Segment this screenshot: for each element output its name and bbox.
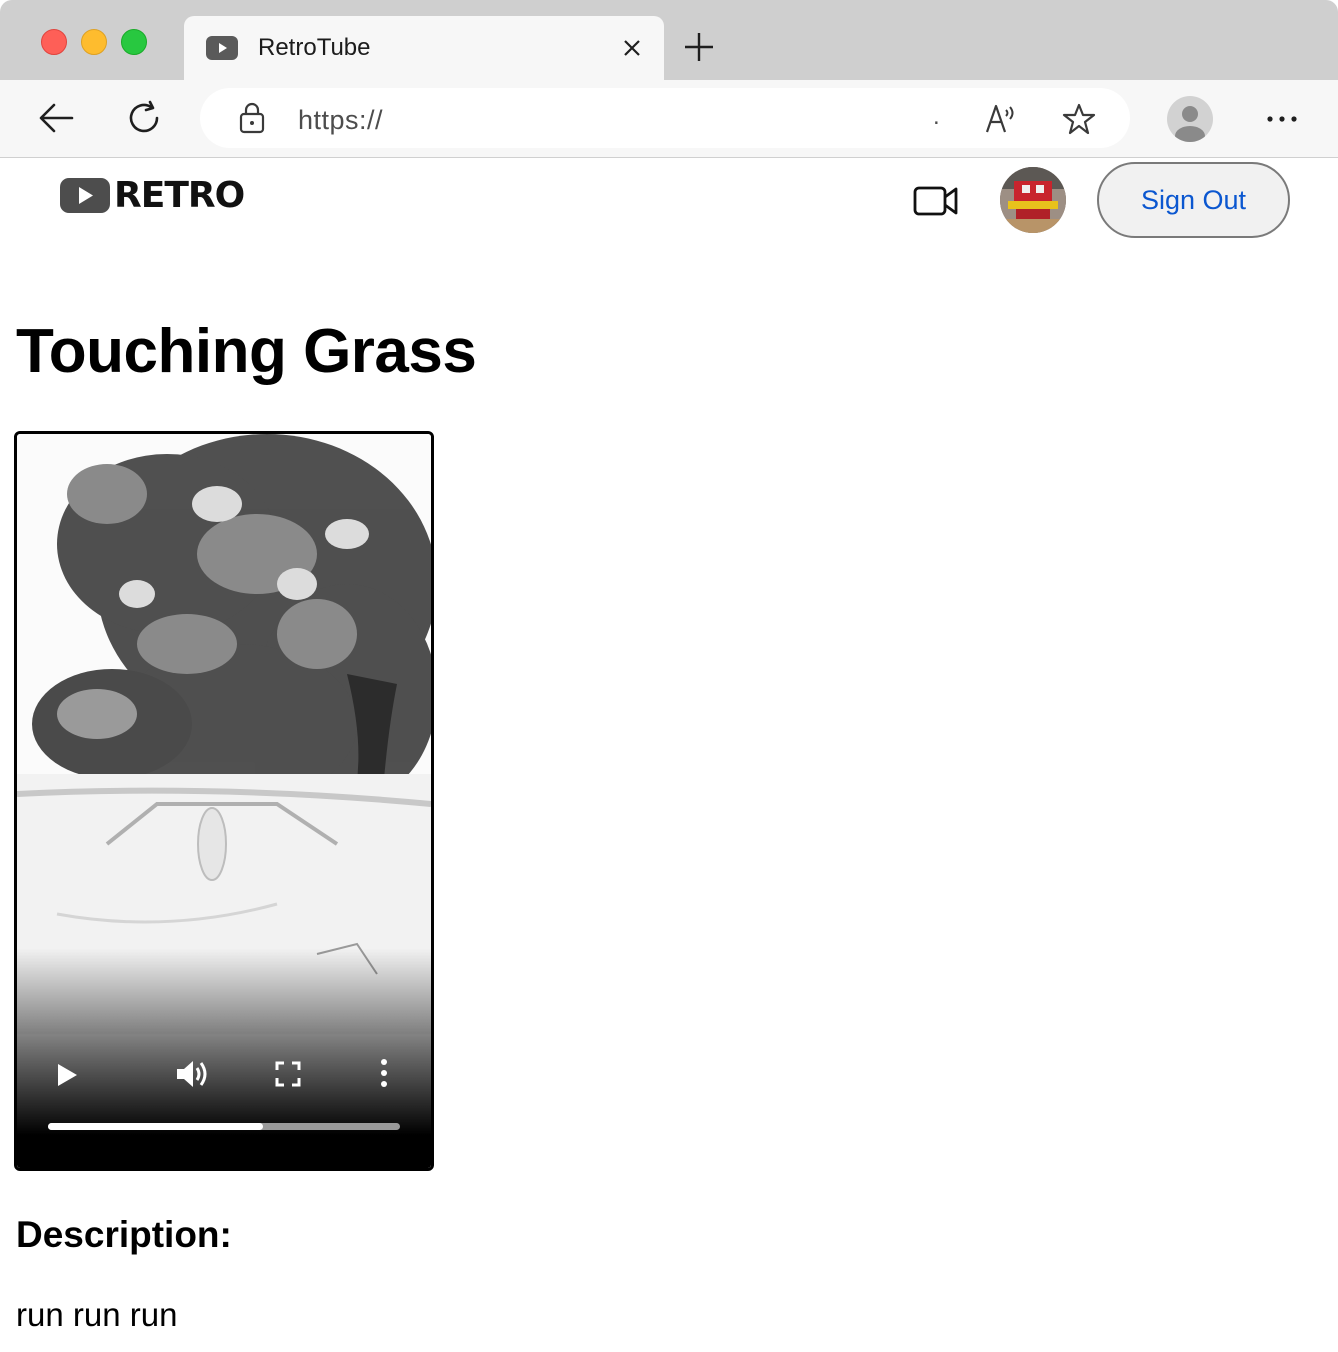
- logo-play-icon: [60, 178, 110, 213]
- close-tab-icon[interactable]: [620, 36, 644, 60]
- zoom-window-button[interactable]: [121, 29, 147, 55]
- fullscreen-icon[interactable]: [275, 1061, 301, 1087]
- back-arrow-icon[interactable]: [38, 102, 74, 134]
- url-tail: .: [933, 103, 940, 130]
- favorite-star-icon[interactable]: [1062, 102, 1096, 136]
- browser-toolbar: https:// .: [0, 80, 1338, 158]
- controls-overlay: [17, 948, 431, 1168]
- browser-tab-active[interactable]: RetroTube: [184, 16, 664, 80]
- video-title: Touching Grass: [16, 317, 477, 386]
- description-text: run run run: [16, 1296, 178, 1333]
- person-icon: [1175, 106, 1205, 142]
- user-avatar[interactable]: [1000, 167, 1066, 233]
- browser-profile-avatar[interactable]: [1167, 96, 1213, 142]
- close-window-button[interactable]: [41, 29, 67, 55]
- lock-icon[interactable]: [238, 102, 266, 134]
- address-bar[interactable]: https:// .: [200, 88, 1130, 148]
- video-player[interactable]: [14, 431, 434, 1171]
- more-menu-icon[interactable]: [1266, 114, 1298, 124]
- read-aloud-icon[interactable]: [984, 102, 1018, 134]
- play-icon[interactable]: [55, 1062, 79, 1088]
- tab-title: RetroTube: [258, 34, 371, 61]
- description-heading: Description:: [16, 1214, 232, 1255]
- more-options-icon[interactable]: [378, 1058, 390, 1088]
- logo-text: RETRO: [114, 175, 245, 216]
- volume-icon[interactable]: [175, 1058, 211, 1090]
- sign-out-button[interactable]: Sign Out: [1097, 162, 1290, 238]
- new-tab-icon[interactable]: [682, 30, 716, 64]
- url-text: https://: [298, 105, 384, 135]
- site-header: RETRO Sign Out: [0, 158, 1338, 258]
- youtube-play-icon: [206, 36, 238, 60]
- progress-bar[interactable]: [48, 1123, 400, 1130]
- reload-icon[interactable]: [126, 100, 162, 136]
- video-camera-icon[interactable]: [912, 184, 960, 218]
- browser-tab-bar: RetroTube: [0, 0, 1338, 80]
- minimize-window-button[interactable]: [81, 29, 107, 55]
- progress-fill: [48, 1123, 263, 1130]
